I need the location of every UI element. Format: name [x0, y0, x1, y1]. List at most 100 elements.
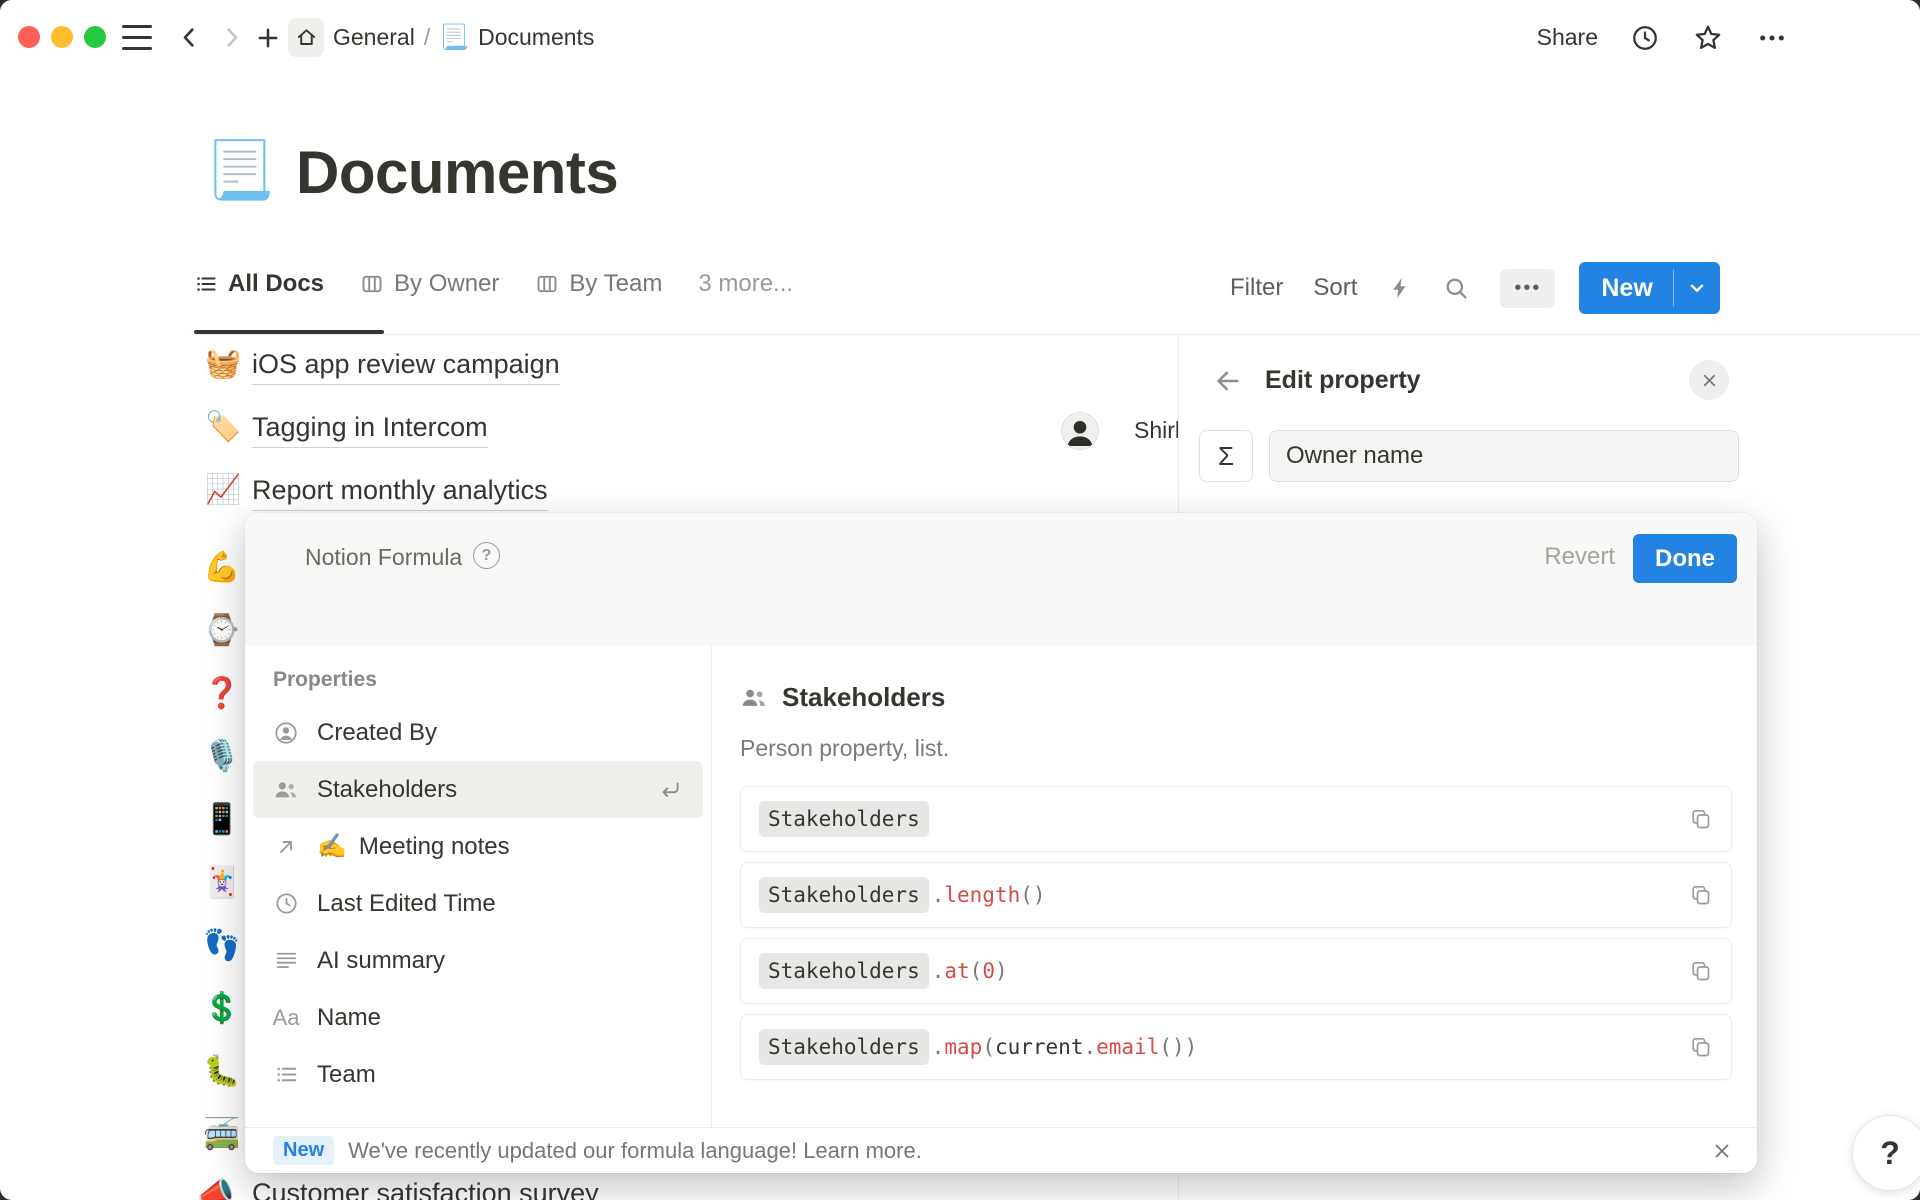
- copy-icon[interactable]: [1689, 1035, 1713, 1059]
- tab-by-owner[interactable]: By Owner: [360, 270, 499, 298]
- window-topbar: General / 📃 Documents Share: [0, 0, 1920, 75]
- home-tab[interactable]: [288, 18, 324, 57]
- property-detail-subtitle: Person property, list.: [740, 735, 1733, 762]
- view-toolbar: Filter Sort ••• New: [1230, 262, 1720, 314]
- table-row[interactable]: 🏷️ Tagging in Intercom Shirley Miao Dece: [190, 399, 1180, 462]
- sidebar-menu-icon[interactable]: [122, 25, 152, 50]
- tab-by-team[interactable]: By Team: [535, 270, 662, 298]
- property-label: Team: [317, 1061, 376, 1089]
- page-emoji-icon: 📃: [439, 23, 469, 52]
- property-name-input[interactable]: [1269, 430, 1739, 482]
- breadcrumb: General / 📃 Documents: [333, 0, 594, 75]
- code-segment: .: [932, 959, 945, 983]
- banner-text[interactable]: We've recently updated our formula langu…: [348, 1138, 922, 1164]
- search-icon[interactable]: [1443, 275, 1470, 302]
- property-type-sigma-button[interactable]: Σ: [1199, 430, 1253, 482]
- back-icon[interactable]: [176, 24, 203, 51]
- done-button[interactable]: Done: [1633, 534, 1737, 583]
- board-view-icon: [360, 272, 384, 296]
- row-title[interactable]: Customer satisfaction survey: [252, 1178, 599, 1200]
- page-icon[interactable]: 📃: [205, 142, 275, 198]
- back-arrow-icon[interactable]: [1213, 366, 1243, 396]
- table-row[interactable]: 🧺 iOS app review campaign Zoe: [190, 336, 1180, 399]
- breadcrumb-separator: /: [424, 24, 430, 51]
- property-detail-title: Stakeholders: [782, 682, 945, 713]
- help-circle-icon[interactable]: ?: [473, 542, 500, 569]
- avatar[interactable]: [1061, 412, 1099, 450]
- breadcrumb-page[interactable]: Documents: [478, 24, 594, 51]
- tab-label: By Owner: [394, 270, 499, 298]
- enter-return-icon: [657, 777, 683, 803]
- favorite-star-icon[interactable]: [1692, 22, 1724, 54]
- notion-window: General / 📃 Documents Share 📃 Documents: [0, 0, 1920, 1200]
- revert-button[interactable]: Revert: [1544, 543, 1615, 571]
- filter-button[interactable]: Filter: [1230, 274, 1283, 302]
- formula-examples: Stakeholders Stakeholders.length() Stake…: [740, 786, 1733, 1080]
- formula-example-row[interactable]: Stakeholders.at(0): [740, 938, 1732, 1004]
- row-emoji-icon: 🏷️: [205, 413, 241, 442]
- share-button[interactable]: Share: [1537, 24, 1598, 51]
- tabbar-divider: [190, 334, 1920, 335]
- code-segment: Stakeholders: [759, 953, 929, 989]
- code-segment: map: [944, 1035, 982, 1059]
- code-segment: Stakeholders: [759, 1029, 929, 1065]
- updates-clock-icon[interactable]: [1630, 23, 1660, 53]
- active-tab-underline: [194, 330, 384, 334]
- row-emoji-icon: 🧺: [205, 350, 241, 379]
- row-title[interactable]: Report monthly analytics: [252, 475, 548, 511]
- new-button-label[interactable]: New: [1579, 262, 1672, 314]
- clock-icon: [273, 891, 299, 916]
- row-emoji-icon: 💲: [197, 977, 247, 1040]
- property-item-created-by[interactable]: Created By: [253, 704, 703, 761]
- code-segment: (): [1020, 883, 1045, 907]
- row-title[interactable]: Tagging in Intercom: [252, 412, 488, 448]
- help-button[interactable]: ?: [1852, 1115, 1920, 1191]
- view-options-icon[interactable]: •••: [1500, 269, 1555, 308]
- row-title[interactable]: iOS app review campaign: [252, 349, 560, 385]
- list-view-icon: [194, 272, 218, 296]
- bulleted-list-icon: [273, 1062, 299, 1087]
- property-item-meeting-notes[interactable]: ✍️ Meeting notes: [253, 818, 703, 875]
- formula-example-row[interactable]: Stakeholders.map(current.email()): [740, 1014, 1732, 1080]
- close-icon[interactable]: [1689, 360, 1729, 400]
- lightning-icon[interactable]: [1387, 275, 1413, 301]
- property-item-last-edited-time[interactable]: Last Edited Time: [253, 875, 703, 932]
- topbar-actions: Share: [1537, 0, 1788, 75]
- more-options-icon[interactable]: [1756, 22, 1788, 54]
- tab-more-views[interactable]: 3 more...: [698, 270, 793, 298]
- formula-update-banner: New We've recently updated our formula l…: [245, 1127, 1757, 1173]
- sort-button[interactable]: Sort: [1313, 274, 1357, 302]
- title-aa-icon: Aa: [273, 1005, 299, 1031]
- writing-hand-emoji: ✍️: [317, 832, 347, 861]
- forward-icon[interactable]: [218, 24, 245, 51]
- formula-example-row[interactable]: Stakeholders: [740, 786, 1732, 852]
- formula-modal-body: Properties Created By Stakeholders: [245, 646, 1757, 1127]
- minimize-window-button[interactable]: [51, 26, 73, 48]
- copy-icon[interactable]: [1689, 959, 1713, 983]
- close-window-button[interactable]: [18, 26, 40, 48]
- property-item-stakeholders[interactable]: Stakeholders: [253, 761, 703, 818]
- modal-title: Notion Formula: [305, 544, 462, 571]
- property-item-team[interactable]: Team: [253, 1046, 703, 1103]
- copy-icon[interactable]: [1689, 807, 1713, 831]
- code-segment: Stakeholders: [759, 801, 929, 837]
- property-label: Last Edited Time: [317, 890, 496, 918]
- copy-icon[interactable]: [1689, 883, 1713, 907]
- breadcrumb-section[interactable]: General: [333, 24, 415, 51]
- property-item-ai-summary[interactable]: AI summary: [253, 932, 703, 989]
- panel-title: Edit property: [1265, 366, 1421, 395]
- page-title[interactable]: Documents: [296, 138, 618, 207]
- tab-all-docs[interactable]: All Docs: [194, 270, 324, 298]
- fullscreen-window-button[interactable]: [84, 26, 106, 48]
- property-item-name[interactable]: Aa Name: [253, 989, 703, 1046]
- close-icon[interactable]: [1711, 1140, 1733, 1162]
- formula-example-row[interactable]: Stakeholders.length(): [740, 862, 1732, 928]
- new-tab-plus-icon[interactable]: [254, 24, 282, 52]
- board-view-icon: [535, 272, 559, 296]
- new-button[interactable]: New: [1579, 262, 1719, 314]
- row-emoji-icon: 📣: [197, 1176, 234, 1200]
- property-label: Created By: [317, 719, 437, 747]
- formula-modal-header[interactable]: Notion Formula ? Revert Done: [245, 513, 1757, 646]
- chevron-down-icon[interactable]: [1674, 262, 1720, 314]
- tab-label: All Docs: [228, 270, 324, 298]
